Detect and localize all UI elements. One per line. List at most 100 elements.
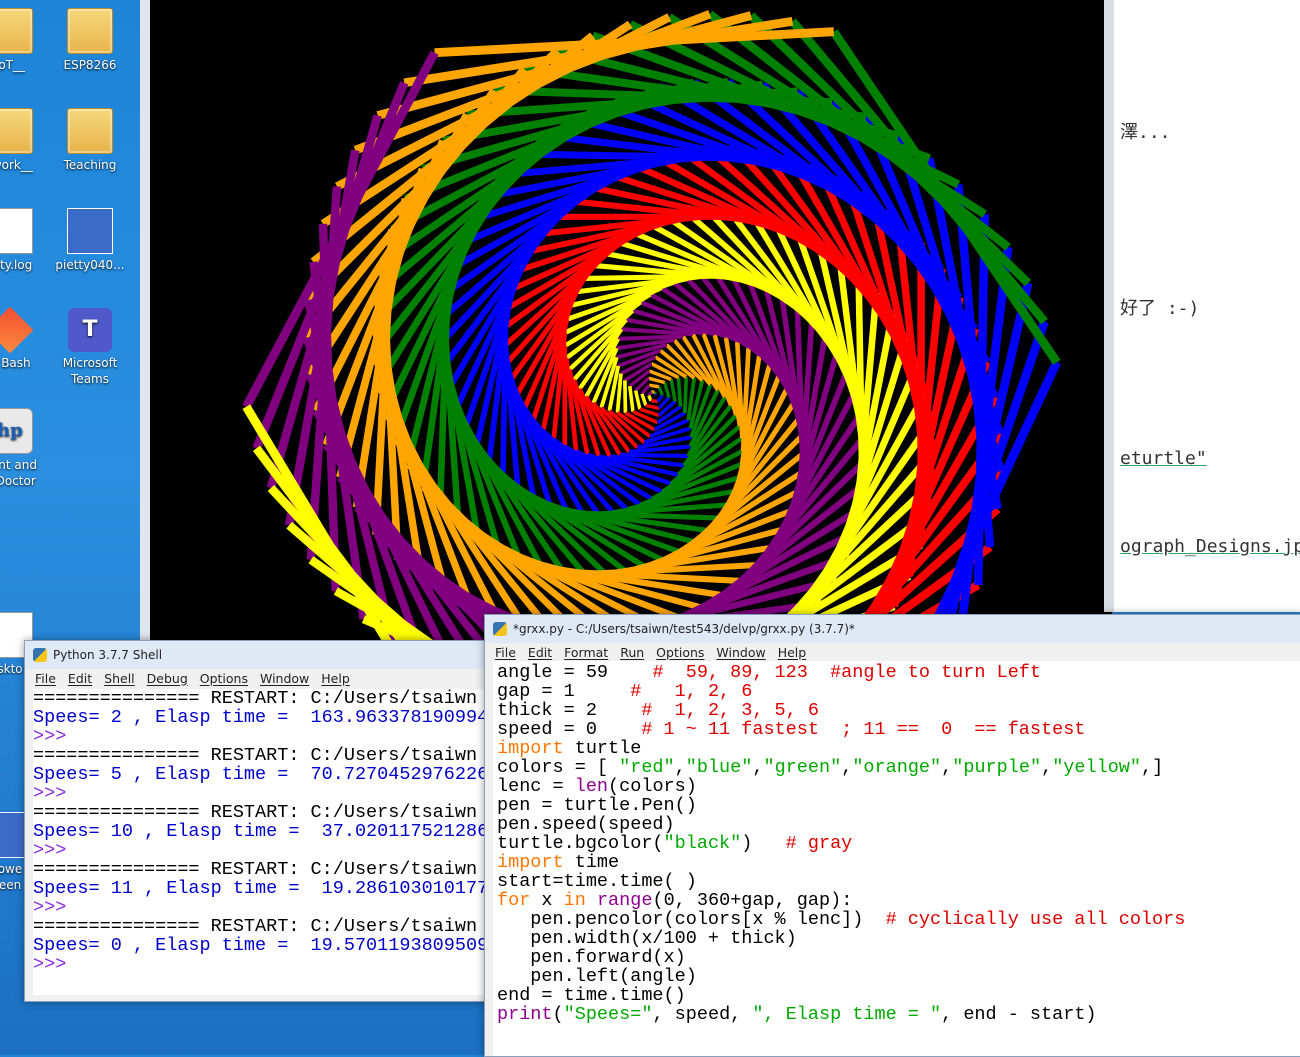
shell-line-prompt: >>> [33,784,487,803]
code-line: gap = 1 # 1, 2, 6 [497,682,1300,701]
spiral-segment [658,395,663,401]
turtle-graphics-canvas [140,0,1112,640]
editor-menu-help[interactable]: Help [778,645,807,660]
shell-line-prompt: >>> [33,955,487,974]
editor-menu-window[interactable]: Window [716,645,765,660]
desktop-shortcut[interactable]: Teaching [50,108,130,173]
shell-menubar: File Edit Shell Debug Options Window Help [25,669,487,687]
code-line: colors = [ "red","blue","green","orange"… [497,758,1300,777]
git-bash-icon [0,307,33,354]
code-token: , [841,757,852,778]
code-token: print [497,1004,553,1025]
pdf-folder-icon [67,108,113,154]
code-token: # 1 ~ 11 fastest ; 11 == 0 == fastest [641,719,1085,740]
right-link-line[interactable]: ograph_Designs.jpg" [1120,536,1300,557]
shell-menu-debug[interactable]: Debug [147,671,188,686]
code-token: , [1041,757,1052,778]
spiral-drawing [150,0,1112,640]
code-editor[interactable]: angle = 59 # 59, 89, 123 #angle to turn … [493,661,1300,1056]
spiral-segment [618,374,621,413]
shell-menu-window[interactable]: Window [260,671,309,686]
editor-menu-options[interactable]: Options [656,645,704,660]
code-line: for x in range(0, 360+gap, gap): [497,891,1300,910]
code-token: # 59, 89, 123 #angle to turn Left [652,662,1041,683]
shell-menu-shell[interactable]: Shell [104,671,135,686]
code-token: pen.speed(speed) [497,814,675,835]
hp-icon: hp [0,408,33,454]
shell-line-restart: =============== RESTART: C:/Users/tsaiwn [33,689,487,708]
code-token: thick = 2 [497,700,641,721]
desktop-shortcut-label: utty.log [0,257,50,273]
code-token: time [564,852,620,873]
code-token: gap = 1 [497,681,630,702]
desktop-shortcut[interactable]: it Bash [0,308,50,371]
code-token: ", Elasp time = " [752,1004,941,1025]
code-line: pen.pencolor(colors[x % lenc]) # cyclica… [497,910,1300,929]
spiral-segment [271,116,378,489]
desktop-shortcut[interactable]: hpPrint and n Doctor [0,408,50,489]
teams-icon: T [68,308,112,352]
code-token: , end - start) [941,1004,1096,1025]
desktop-shortcut-label: Teaching [50,157,130,173]
code-token: "blue" [686,757,753,778]
code-token: import [497,738,564,759]
code-line: lenc = len(colors) [497,777,1300,796]
desktop-shortcut-label: Microsoft Teams [50,355,130,387]
desktop-shortcut-label: Print and n Doctor [0,457,50,489]
editor-menu-format[interactable]: Format [564,645,608,660]
editor-menu-file[interactable]: File [495,645,516,660]
editor-menu-run[interactable]: Run [620,645,644,660]
python-shell-window[interactable]: Python 3.7.7 Shell File Edit Shell Debug Opt… [24,640,488,1002]
desktop-shortcut[interactable]: twork__ [0,108,50,173]
editor-menubar: File Edit Format Run Options Window Help [485,643,1300,661]
shell-line-restart: =============== RESTART: C:/Users/tsaiwn [33,860,487,879]
desktop-shortcut[interactable]: pietty040... [50,208,130,273]
code-token: pen.forward(x) [497,947,686,968]
right-text-line: 好了 :-) [1120,294,1199,320]
spiral-segment [625,380,626,413]
background-browser-window: 澤... 好了 :-) eturtle" ograph_Designs.jpg" [1104,0,1300,612]
shell-titlebar[interactable]: Python 3.7.7 Shell [25,641,487,669]
folder-icon [67,8,113,54]
code-token: range [597,890,653,911]
code-token: turtle.bgcolor( [497,833,664,854]
code-token: , speed, [652,1004,752,1025]
code-token: # 1, 2, 6 [630,681,752,702]
python-icon [33,648,47,662]
shell-line-restart: =============== RESTART: C:/Users/tsaiwn [33,803,487,822]
spiral-segment [646,406,659,409]
code-token: import [497,852,564,873]
shell-menu-options[interactable]: Options [200,671,248,686]
spiral-segment [649,385,659,387]
spiral-segment [685,377,686,413]
shell-output[interactable]: =============== RESTART: C:/Users/tsaiwn… [33,689,487,995]
shell-line-prompt: >>> [33,727,487,746]
shell-menu-file[interactable]: File [35,671,56,686]
editor-window[interactable]: *grxx.py - C:/Users/tsaiwn/test543/delvp… [484,614,1300,1057]
editor-titlebar[interactable]: *grxx.py - C:/Users/tsaiwn/test543/delvp… [485,615,1300,643]
code-line: print("Spees=", speed, ", Elasp time = "… [497,1005,1300,1024]
network-app-icon [67,208,113,254]
python-icon [493,622,507,636]
folder-icon [0,8,33,54]
code-line: pen.width(x/100 + thick) [497,929,1300,948]
desktop-shortcut[interactable]: loT__ [0,8,50,73]
spiral-segment [751,16,1028,284]
spiral-segment [642,394,646,406]
desktop-shortcut-label: it Bash [0,355,50,371]
code-line: speed = 0 # 1 ~ 11 fastest ; 11 == 0 == … [497,720,1300,739]
shell-menu-help[interactable]: Help [321,671,350,686]
code-line: pen.forward(x) [497,948,1300,967]
code-token: lenc = [497,776,575,797]
editor-menu-edit[interactable]: Edit [528,645,552,660]
code-token: speed = 0 [497,719,641,740]
code-token: "red" [619,757,675,778]
desktop-shortcut[interactable]: TMicrosoft Teams [50,308,130,387]
shell-menu-edit[interactable]: Edit [68,671,92,686]
code-token: (0, 360+gap, gap): [652,890,852,911]
right-link-line[interactable]: eturtle" [1120,448,1207,469]
spiral-segment [671,379,675,401]
desktop-shortcut[interactable]: utty.log [0,208,50,273]
shell-line-out: Spees= 11 , Elasp time = 19.286103010177 [33,879,487,898]
desktop-shortcut[interactable]: ESP8266 [50,8,130,73]
